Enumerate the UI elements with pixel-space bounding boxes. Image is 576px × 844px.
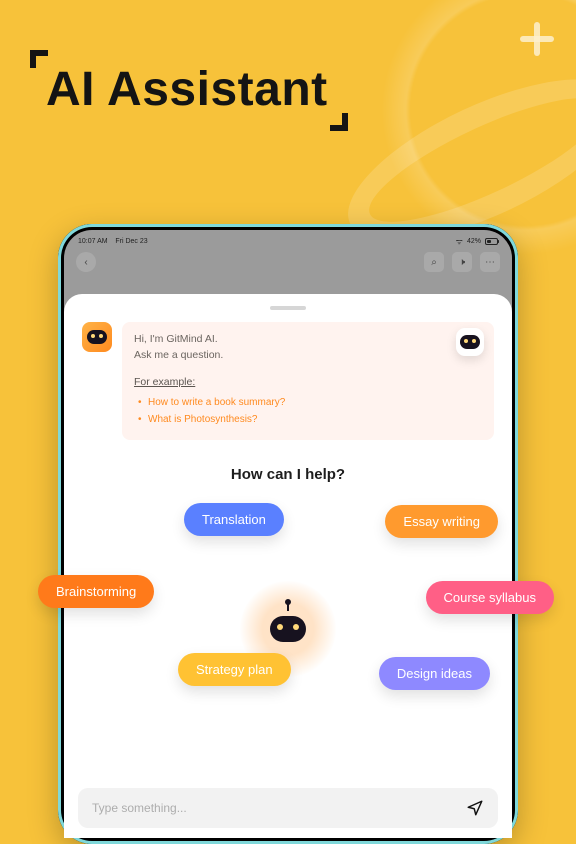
chat-sheet: Hi, I'm GitMind AI. Ask me a question. F…: [64, 294, 512, 838]
composer: [78, 788, 498, 828]
status-bar: 10:07 AM Fri Dec 23 ᯤ 42%: [64, 230, 512, 248]
chip-essay-writing[interactable]: Essay writing: [385, 505, 498, 538]
intro-line-1: Hi, I'm GitMind AI.: [134, 332, 482, 348]
battery-icon: [485, 238, 498, 245]
example-block: For example: How to write a book summary…: [134, 376, 482, 428]
status-date: Fri Dec 23: [115, 238, 147, 245]
intro-bubble: Hi, I'm GitMind AI. Ask me a question. F…: [122, 322, 494, 440]
chip-course-syllabus[interactable]: Course syllabus: [426, 581, 555, 614]
hero-title-wrap: AI Assistant: [46, 62, 328, 117]
sparkle-icon: [520, 22, 554, 56]
search-icon: ⌕: [431, 257, 437, 268]
send-icon: [466, 799, 484, 817]
send-button[interactable]: [462, 795, 488, 821]
hero-title: AI Assistant: [46, 62, 328, 117]
chip-translation[interactable]: Translation: [184, 503, 284, 536]
suggestion-cloud: Translation Essay writing Brainstorming …: [82, 497, 494, 707]
sound-button[interactable]: 🕨: [452, 252, 472, 272]
chip-brainstorming[interactable]: Brainstorming: [38, 575, 154, 608]
chip-strategy-plan[interactable]: Strategy plan: [178, 653, 291, 686]
bot-face-icon: [270, 616, 306, 642]
bot-avatar: [82, 322, 112, 352]
app-toolbar: ‹ ⌕ 🕨 ⋯: [64, 250, 512, 274]
more-button[interactable]: ⋯: [480, 252, 500, 272]
chip-design-ideas[interactable]: Design ideas: [379, 657, 490, 690]
intro-row: Hi, I'm GitMind AI. Ask me a question. F…: [82, 322, 494, 440]
sheet-handle[interactable]: [270, 306, 306, 310]
tablet-screen: 10:07 AM Fri Dec 23 ᯤ 42% ‹ ⌕ 🕨 ⋯: [64, 230, 512, 838]
bot-antenna-icon: [287, 603, 289, 611]
status-time: 10:07 AM: [78, 238, 108, 245]
example-item[interactable]: How to write a book summary?: [138, 394, 482, 411]
tablet-frame: 10:07 AM Fri Dec 23 ᯤ 42% ‹ ⌕ 🕨 ⋯: [58, 224, 518, 844]
speaker-icon: 🕨: [459, 257, 465, 268]
intro-line-2: Ask me a question.: [134, 348, 482, 364]
help-heading: How can I help?: [82, 466, 494, 483]
example-heading: For example:: [134, 376, 482, 388]
status-left: 10:07 AM Fri Dec 23: [78, 238, 148, 245]
bot-face-icon: [460, 335, 480, 349]
status-right: ᯤ 42%: [456, 236, 498, 247]
example-item[interactable]: What is Photosynthesis?: [138, 411, 482, 428]
bot-face-icon: [87, 330, 107, 344]
bot-badge[interactable]: [456, 328, 484, 356]
battery-percent: 42%: [467, 238, 481, 245]
example-list: How to write a book summary? What is Pho…: [134, 394, 482, 428]
back-button[interactable]: ‹: [76, 252, 96, 272]
search-button[interactable]: ⌕: [424, 252, 444, 272]
message-input[interactable]: [92, 801, 462, 815]
bracket-top-left-icon: [30, 50, 48, 68]
wifi-icon: ᯤ: [456, 236, 463, 247]
bracket-bottom-right-icon: [330, 113, 348, 131]
ellipsis-icon: ⋯: [485, 257, 495, 268]
